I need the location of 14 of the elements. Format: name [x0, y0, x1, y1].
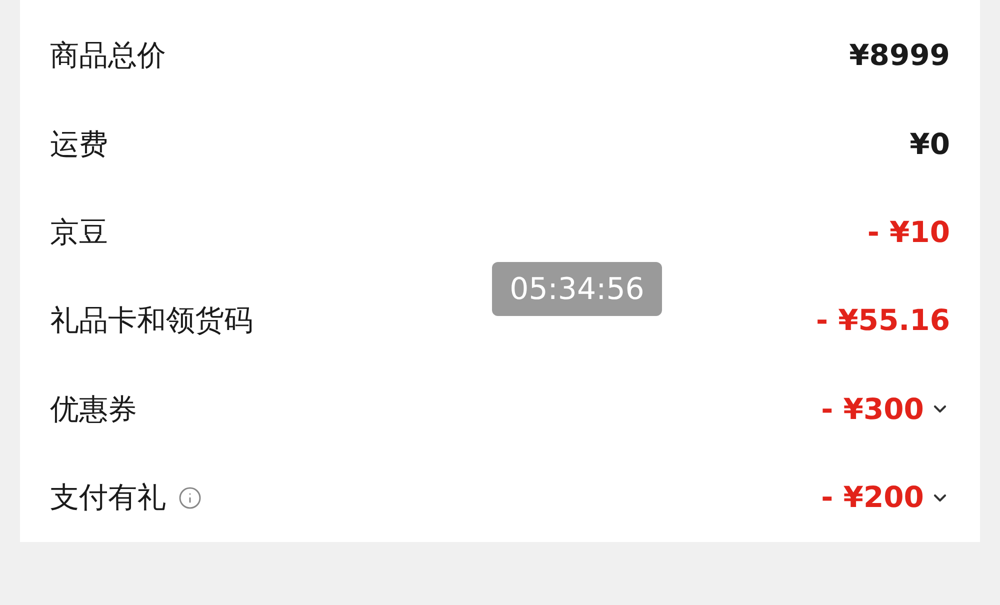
row-label: 京豆: [50, 214, 108, 252]
row-value: - ¥55.16: [816, 302, 950, 340]
row-value: - ¥300: [821, 390, 924, 428]
row-value: - ¥200: [821, 479, 924, 516]
row-label: 商品总价: [50, 37, 166, 74]
row-label: 礼品卡和领货码: [50, 302, 253, 340]
row-value: ¥8999: [849, 37, 950, 74]
row-value: - ¥10: [867, 214, 950, 252]
row-label: 运费: [50, 126, 108, 163]
row-value: ¥0: [910, 126, 950, 163]
info-icon[interactable]: [178, 486, 202, 510]
row-label: 支付有礼: [50, 479, 166, 516]
row-label: 优惠券: [50, 390, 137, 428]
timer-badge: 05:34:56: [492, 262, 662, 316]
